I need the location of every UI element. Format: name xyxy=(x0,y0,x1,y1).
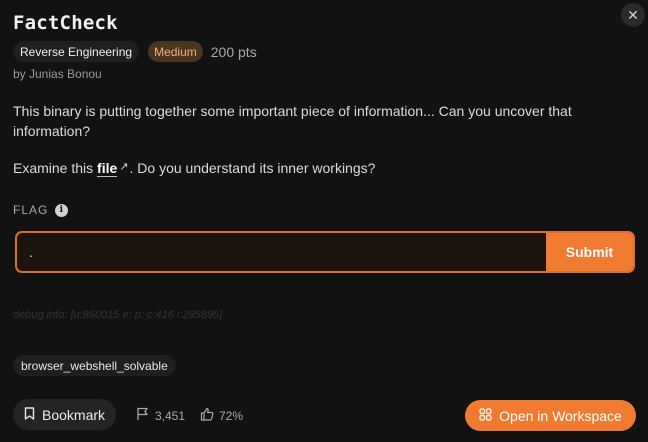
flag-label: FLAG xyxy=(13,203,49,217)
examine-prefix: Examine this xyxy=(13,160,98,176)
close-icon: ✕ xyxy=(627,6,639,23)
rating-stat[interactable]: 72% xyxy=(200,407,243,424)
debug-info: debug info: [u:860015 e: p: c:416 i:2958… xyxy=(13,309,223,321)
close-button[interactable]: ✕ xyxy=(621,3,645,27)
solves-count: 3,451 xyxy=(155,408,186,423)
submit-button[interactable]: Submit xyxy=(546,233,633,271)
thumbs-up-icon xyxy=(200,407,214,424)
examine-suffix: . Do you understand its inner workings? xyxy=(129,160,376,176)
flag-icon xyxy=(136,407,150,424)
points-value: 200 pts xyxy=(210,43,257,60)
info-icon[interactable]: i xyxy=(55,203,69,217)
author: by Junias Bonou xyxy=(13,67,102,81)
workspace-label: Open in Workspace xyxy=(499,407,622,424)
file-link[interactable]: file xyxy=(97,160,118,177)
challenge-title: FactCheck xyxy=(13,12,118,34)
flag-form: Submit xyxy=(15,231,635,273)
tag-chip: browser_webshell_solvable xyxy=(13,355,176,376)
challenge-meta: Reverse Engineering Medium 200 pts xyxy=(13,41,257,62)
rating-value: 72% xyxy=(219,408,244,423)
open-workspace-button[interactable]: Open in Workspace xyxy=(465,400,636,431)
difficulty-badge: Medium xyxy=(148,41,203,62)
external-link-icon: ↗ xyxy=(119,161,129,173)
bookmark-icon xyxy=(24,406,35,423)
examine-text: Examine this file ↗. Do you understand it… xyxy=(13,158,375,180)
bookmark-label: Bookmark xyxy=(42,406,106,423)
challenge-description: This binary is putting together some imp… xyxy=(13,103,572,139)
category-badge: Reverse Engineering xyxy=(13,41,140,62)
workspace-icon xyxy=(479,407,492,424)
flag-label-row: FLAG i xyxy=(13,203,69,217)
solves-stat: 3,451 xyxy=(136,407,185,424)
bookmark-button[interactable]: Bookmark xyxy=(13,399,117,430)
flag-input[interactable] xyxy=(17,233,546,271)
